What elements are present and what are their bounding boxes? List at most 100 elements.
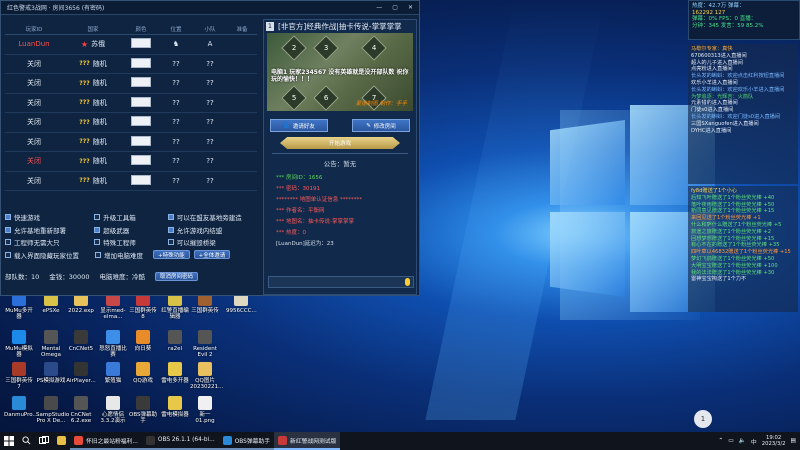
desktop-shortcut[interactable]: Mental Omega bbox=[36, 330, 66, 362]
position-select[interactable]: ?? bbox=[159, 177, 193, 185]
desktop-shortcut[interactable]: 怒怒直播比赛 bbox=[98, 330, 128, 362]
desktop-shortcut[interactable]: 新一01.png bbox=[190, 396, 220, 428]
desktop-shortcut[interactable]: SampStudio Pro X De... bbox=[36, 396, 69, 428]
option-checkbox[interactable]: 可以摧毁桥梁 bbox=[167, 237, 257, 247]
maximize-icon[interactable]: ▢ bbox=[392, 4, 398, 11]
desktop-shortcut[interactable]: ePSXe bbox=[36, 292, 66, 324]
option-checkbox[interactable]: 特殊工程师 bbox=[94, 237, 167, 247]
table-row[interactable]: 关闭??? 随机???? bbox=[5, 152, 257, 172]
table-row[interactable]: 关闭??? 随机???? bbox=[5, 133, 257, 152]
taskbar-app[interactable]: 怀旧之最站粉福利... bbox=[70, 432, 142, 450]
close-icon[interactable]: ✕ bbox=[408, 4, 413, 11]
option-checkbox[interactable]: 载入界面隐藏玩家位置 bbox=[5, 250, 95, 260]
player-slot[interactable]: 关闭 bbox=[5, 156, 63, 166]
start-button[interactable] bbox=[0, 432, 18, 450]
color-select[interactable] bbox=[123, 174, 159, 187]
desktop-shortcut[interactable]: 三国群英传 bbox=[190, 292, 220, 324]
team-select[interactable]: ?? bbox=[193, 138, 227, 146]
taskbar-app[interactable]: 新红警战网测试版 bbox=[274, 432, 341, 450]
table-row[interactable]: LuanDun ★ 苏俄 ♞ A bbox=[5, 35, 257, 55]
desktop-shortcut[interactable]: 雷电模拟器 bbox=[160, 396, 190, 428]
option-checkbox[interactable]: 快速游戏 bbox=[5, 212, 94, 222]
start-game-button[interactable]: 开始游戏 bbox=[280, 137, 400, 149]
player-slot[interactable]: 关闭 bbox=[5, 59, 63, 69]
team-select[interactable]: A bbox=[193, 40, 227, 48]
option-checkbox[interactable]: 允许基地重新部署 bbox=[5, 225, 94, 235]
country-select[interactable]: ★ 苏俄 bbox=[63, 39, 123, 49]
position-select[interactable]: ?? bbox=[159, 138, 193, 146]
color-select[interactable] bbox=[123, 116, 159, 128]
desktop-shortcut[interactable]: DanmuPro... bbox=[4, 396, 38, 428]
color-select[interactable] bbox=[123, 38, 159, 50]
position-select[interactable]: ♞ bbox=[159, 40, 193, 48]
desktop-shortcut[interactable]: Resident Evil 2 bbox=[190, 330, 220, 362]
modify-room-button[interactable]: ✎ 修改房间 bbox=[352, 119, 410, 132]
player-slot[interactable]: 关闭 bbox=[5, 117, 63, 127]
country-select[interactable]: ??? 随机 bbox=[63, 176, 123, 186]
option-checkbox[interactable]: 超级武器 bbox=[94, 225, 167, 235]
file-explorer-button[interactable] bbox=[53, 432, 70, 450]
country-select[interactable]: ??? 随机 bbox=[63, 156, 123, 166]
team-select[interactable]: ?? bbox=[193, 177, 227, 185]
notification-badge[interactable]: 1 bbox=[694, 410, 712, 428]
desktop-shortcut[interactable]: 三国群英传7 bbox=[4, 362, 34, 394]
player-slot[interactable]: 关闭 bbox=[5, 78, 63, 88]
position-select[interactable]: ?? bbox=[159, 99, 193, 107]
chevron-up-icon[interactable]: ⌃ bbox=[718, 438, 723, 444]
color-select[interactable] bbox=[123, 77, 159, 89]
table-row[interactable]: 关闭??? 随机???? bbox=[5, 74, 257, 94]
position-select[interactable]: ?? bbox=[159, 157, 193, 165]
table-row[interactable]: 关闭??? 随机???? bbox=[5, 172, 257, 191]
desktop-shortcut[interactable]: QQ游戏 bbox=[128, 362, 158, 394]
desktop-shortcut[interactable]: 2022.exp bbox=[66, 292, 96, 324]
desktop-shortcut[interactable]: CnCNet5 bbox=[66, 330, 96, 362]
option-checkbox[interactable]: 可以在盟友基地旁建造 bbox=[167, 212, 257, 222]
desktop-shortcut[interactable]: 向日葵 bbox=[128, 330, 158, 362]
microphone-icon[interactable] bbox=[405, 278, 410, 286]
desktop-shortcut[interactable]: 心愿情侣3.3.2演示 bbox=[98, 396, 128, 428]
desktop-shortcut[interactable]: PS模拟游戏 bbox=[36, 362, 66, 394]
desktop-shortcut[interactable]: 雷电多开器 bbox=[160, 362, 190, 394]
position-select[interactable]: ?? bbox=[159, 60, 193, 68]
desktop-shortcut[interactable]: 红警直播编辑器 bbox=[160, 292, 190, 324]
taskbar-app[interactable]: OBS弹幕助手 bbox=[218, 432, 275, 450]
map-preview[interactable]: 2 3 4 5 6 7 电脑1 玩家234567 没有英雄就是没开部队数 祝你玩… bbox=[267, 33, 413, 111]
table-row[interactable]: 关闭??? 随机???? bbox=[5, 113, 257, 133]
volume-icon[interactable]: 🔈 bbox=[739, 438, 746, 444]
option-checkbox[interactable]: 允许游戏内结盟 bbox=[167, 225, 257, 235]
task-view-button[interactable] bbox=[35, 432, 53, 450]
desktop-shortcut[interactable]: 9956CCC... bbox=[226, 292, 257, 324]
desktop-shortcut[interactable]: MuMu模拟器 bbox=[4, 330, 34, 362]
desktop-shortcut[interactable]: MuMu多开器 bbox=[4, 292, 34, 324]
country-select[interactable]: ??? 随机 bbox=[63, 117, 123, 127]
country-select[interactable]: ??? 随机 bbox=[63, 78, 123, 88]
team-select[interactable]: ?? bbox=[193, 118, 227, 126]
chat-input[interactable] bbox=[268, 276, 414, 288]
position-select[interactable]: ?? bbox=[159, 118, 193, 126]
search-button[interactable] bbox=[18, 432, 35, 450]
team-select[interactable]: ?? bbox=[193, 79, 227, 87]
desktop-shortcut[interactable]: QQ图片20230221... bbox=[190, 362, 223, 394]
desktop-shortcut[interactable]: 繁殖猫 bbox=[98, 362, 128, 394]
team-select[interactable]: ?? bbox=[193, 157, 227, 165]
option-checkbox[interactable]: 升级工具箱 bbox=[94, 212, 167, 222]
desktop-shortcut[interactable]: CnCNet 6.2.exe bbox=[66, 396, 96, 428]
desktop-shortcut[interactable]: AirPlayer... bbox=[66, 362, 96, 394]
position-select[interactable]: ?? bbox=[159, 79, 193, 87]
table-row[interactable]: 关闭??? 随机???? bbox=[5, 94, 257, 113]
player-slot[interactable]: 关闭 bbox=[5, 98, 63, 108]
invite-all-button[interactable]: +全体邀请 bbox=[193, 250, 231, 260]
invite-friend-button[interactable]: 👤 邀请好友 bbox=[270, 119, 328, 132]
table-row[interactable]: 关闭??? 随机???? bbox=[5, 55, 257, 74]
cancel-password-button[interactable]: 取消房间密码 bbox=[154, 271, 198, 281]
taskbar-app[interactable]: OBS 26.1.1 (64-bi... bbox=[141, 432, 219, 450]
color-select[interactable] bbox=[123, 135, 159, 148]
team-select[interactable]: ?? bbox=[193, 99, 227, 107]
network-icon[interactable]: ▭ bbox=[728, 438, 733, 444]
player-slot[interactable]: 关闭 bbox=[5, 176, 63, 186]
desktop-shortcut[interactable]: 显示med-elma... bbox=[98, 292, 128, 324]
country-select[interactable]: ??? 随机 bbox=[63, 59, 123, 69]
color-select[interactable] bbox=[123, 155, 159, 167]
country-select[interactable]: ??? 随机 bbox=[63, 98, 123, 108]
color-select[interactable] bbox=[123, 57, 159, 70]
